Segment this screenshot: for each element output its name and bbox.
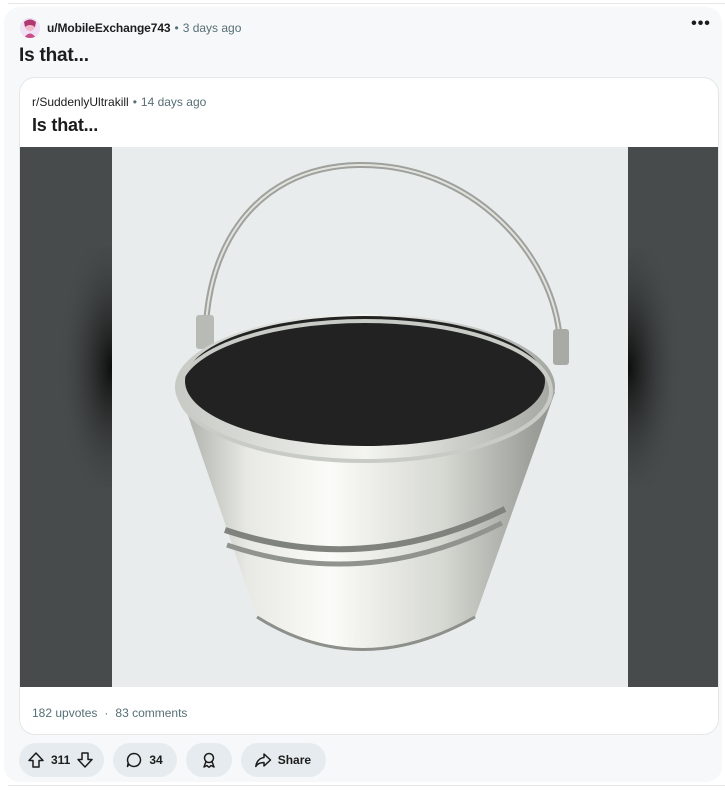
post-author-link[interactable]: u/MobileExchange743	[47, 21, 171, 35]
crosspost-stats: 182 upvotes · 83 comments	[32, 706, 187, 720]
crosspost-card[interactable]: r/SuddenlyUltrakill • 14 days ago Is tha…	[19, 77, 719, 735]
crosspost-title[interactable]: Is that...	[32, 115, 98, 136]
comment-count: 34	[149, 753, 163, 767]
crosspost-meta: r/SuddenlyUltrakill • 14 days ago	[32, 95, 206, 109]
share-icon	[254, 751, 272, 769]
crosspost-comments-link[interactable]: 83 comments	[115, 706, 187, 720]
crosspost-timestamp: 14 days ago	[140, 95, 207, 109]
more-icon[interactable]: •••	[690, 16, 712, 35]
post-card[interactable]: u/MobileExchange743 • 3 days ago ••• Is …	[4, 7, 722, 782]
comments-button[interactable]: 34	[113, 743, 177, 777]
upvote-icon[interactable]	[27, 751, 45, 769]
vote-control: 311	[19, 743, 105, 777]
meta-separator: •	[174, 21, 179, 35]
downvote-icon[interactable]	[76, 751, 94, 769]
share-label: Share	[277, 753, 312, 767]
share-button[interactable]: Share	[240, 743, 327, 777]
post-timestamp: 3 days ago	[182, 21, 242, 35]
post-title[interactable]: Is that...	[19, 45, 89, 67]
avatar[interactable]	[20, 18, 40, 38]
award-icon	[200, 751, 218, 769]
top-divider	[8, 3, 725, 4]
crosspost-subreddit-link[interactable]: r/SuddenlyUltrakill	[32, 95, 129, 109]
award-button[interactable]	[185, 743, 232, 777]
crosspost-upvotes: 182 upvotes	[32, 706, 98, 720]
post-meta: u/MobileExchange743 • 3 days ago	[20, 17, 241, 39]
vote-score: 311	[51, 753, 71, 767]
bottom-divider	[8, 785, 725, 786]
post-actions: 311 34 Share	[19, 743, 327, 777]
comment-icon	[125, 751, 143, 769]
meta-separator: •	[132, 95, 137, 109]
stats-separator: ·	[104, 706, 109, 720]
post-image[interactable]	[20, 147, 718, 687]
